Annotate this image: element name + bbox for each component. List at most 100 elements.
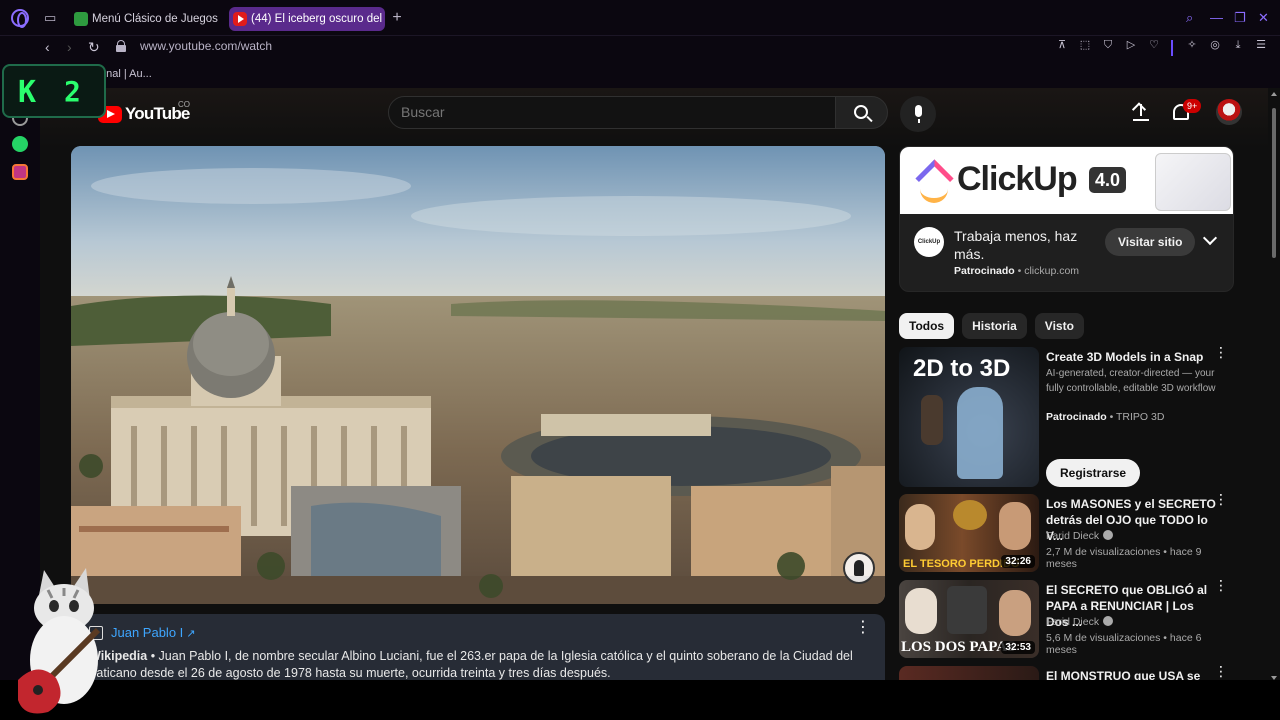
- chip-historia[interactable]: Historia: [962, 313, 1027, 339]
- address-bar: ‹ › ↻ www.youtube.com/watch ⊼ ⬚ ⛉ ▷ ♡ ✧ …: [0, 36, 1280, 60]
- info-description: Wikipedia • Juan Pablo I, de nombre secu…: [89, 648, 879, 681]
- register-button[interactable]: Registrarse: [1046, 459, 1141, 487]
- thumbnail-face: [905, 588, 937, 634]
- download-icon[interactable]: ⤓: [1231, 38, 1245, 52]
- shield-icon[interactable]: ⛉: [1101, 38, 1115, 52]
- heart-icon[interactable]: ♡: [1147, 38, 1161, 52]
- ad-headline[interactable]: Trabaja menos, haz más.: [954, 227, 1094, 263]
- youtube-page: YouTube CO 9+: [40, 88, 1268, 720]
- chevron-down-icon[interactable]: [1202, 230, 1218, 246]
- profile-icon[interactable]: ◎: [1208, 38, 1222, 52]
- channel-name[interactable]: Farid Dieck: [1046, 530, 1099, 542]
- scroll-up-icon[interactable]: [1271, 92, 1277, 96]
- info-title-link[interactable]: Juan Pablo I ↗: [111, 625, 196, 640]
- search-button[interactable]: [835, 96, 888, 129]
- ad-card[interactable]: ClickUp 4.0 ClickUp Trabaja menos, haz m…: [899, 146, 1234, 292]
- more-options-icon[interactable]: ⋮: [1214, 578, 1228, 592]
- video-duration: 32:26: [1001, 555, 1035, 568]
- ad-banner[interactable]: ClickUp 4.0: [900, 147, 1233, 214]
- info-title[interactable]: Juan Pablo I: [111, 625, 183, 640]
- filter-chips: Todos Historia Visto: [899, 313, 1084, 339]
- youtube-favicon-icon: [233, 12, 247, 26]
- lock-icon: [116, 40, 126, 52]
- channel-name[interactable]: Farid Dieck: [1046, 616, 1099, 628]
- video-thumbnail[interactable]: EL TESORO PERDIDO 32:26: [899, 494, 1039, 572]
- extensions-icon[interactable]: ✧: [1185, 38, 1199, 52]
- thumbnail-face: [999, 502, 1031, 550]
- bookmark-item[interactable]: onal | Au...: [100, 68, 152, 80]
- more-options-icon[interactable]: ⋮: [1214, 492, 1228, 506]
- video-player[interactable]: [71, 146, 885, 604]
- tab-islands-icon[interactable]: ▭: [44, 10, 56, 26]
- cat-guitar-sticker: [18, 568, 101, 714]
- ad-meta: Patrocinado • clickup.com: [954, 265, 1080, 277]
- ad-version-badge: 4.0: [1089, 167, 1127, 193]
- back-icon[interactable]: ‹: [45, 39, 50, 55]
- minimize-icon[interactable]: —: [1210, 10, 1223, 25]
- pin-icon[interactable]: ⊼: [1055, 38, 1069, 52]
- bookmark-bar: onal | Au...: [0, 60, 1280, 88]
- bottom-bar: [0, 680, 1280, 720]
- verified-icon: [1103, 616, 1114, 626]
- more-options-icon[interactable]: ⋮: [1214, 666, 1228, 678]
- country-code: CO: [178, 100, 190, 109]
- opera-logo-icon[interactable]: [11, 9, 29, 28]
- ad-avatar[interactable]: ClickUp: [914, 227, 944, 257]
- list-item[interactable]: 2D to 3D Create 3D Models in a Snap AI-g…: [899, 345, 1234, 489]
- channel-watermark-icon[interactable]: [843, 552, 875, 584]
- whatsapp-icon[interactable]: [12, 136, 28, 152]
- thumbnail-inset: [947, 586, 987, 634]
- chip-todos[interactable]: Todos: [899, 313, 955, 339]
- k2-overlay-badge: K 2: [2, 64, 106, 118]
- thumbnail-figure-small: [921, 395, 943, 445]
- video-meta: 2,7 M de visualizaciones • hace 9 meses: [1046, 546, 1202, 570]
- more-options-icon[interactable]: ⋮: [1214, 345, 1228, 359]
- ad-screenshot: [1155, 153, 1231, 211]
- search-input[interactable]: [401, 104, 821, 120]
- ad-brand: ClickUp: [957, 160, 1078, 198]
- sponsored-label: Patrocinado: [954, 265, 1015, 277]
- reload-icon[interactable]: ↻: [88, 39, 100, 56]
- snapshot-icon[interactable]: ⬚: [1078, 38, 1092, 52]
- chip-visto[interactable]: Visto: [1034, 313, 1084, 339]
- external-link-icon: ↗: [186, 628, 196, 640]
- voice-search-button[interactable]: [900, 96, 936, 132]
- menu-icon[interactable]: ☰: [1254, 38, 1268, 52]
- upload-icon-base: [1133, 119, 1149, 121]
- extension-icons: ⊼ ⬚ ⛉ ▷ ♡ ✧ ◎ ⤓ ☰: [1055, 38, 1268, 52]
- channel-name[interactable]: TRIPO 3D: [1116, 411, 1164, 423]
- youtube-logo[interactable]: YouTube: [98, 104, 190, 124]
- video-channel[interactable]: Farid Dieck: [1046, 530, 1114, 542]
- video-title[interactable]: Create 3D Models in a Snap: [1046, 349, 1218, 365]
- close-icon[interactable]: ✕: [1258, 10, 1269, 26]
- scroll-thumb[interactable]: [1272, 108, 1276, 258]
- instagram-icon[interactable]: [12, 164, 28, 180]
- browser-tab-bar: ▭ Menú Clásico de Juegos F (44) El icebe…: [0, 0, 1280, 36]
- thumbnail-face: [905, 504, 935, 550]
- video-thumbnail[interactable]: LOS DOS PAPAS 32:53: [899, 580, 1039, 658]
- scrollbar[interactable]: [1268, 88, 1280, 720]
- search-tabs-icon[interactable]: ⌕: [1186, 10, 1193, 26]
- search-box[interactable]: [388, 96, 836, 129]
- video-thumbnail[interactable]: 2D to 3D: [899, 347, 1039, 487]
- thumbnail-eye-icon: [953, 500, 987, 530]
- tab-menu-clasico[interactable]: Menú Clásico de Juegos F: [70, 7, 220, 31]
- list-item[interactable]: EL TESORO PERDIDO 32:26 Los MASONES y el…: [899, 492, 1234, 574]
- more-options-icon[interactable]: ⋮: [855, 620, 871, 636]
- player-icon[interactable]: ▷: [1124, 38, 1138, 52]
- url-field[interactable]: www.youtube.com/watch: [140, 39, 272, 53]
- video-channel[interactable]: Farid Dieck: [1046, 616, 1114, 628]
- tab-label: (44) El iceberg oscuro del: [251, 13, 383, 25]
- ad-domain: clickup.com: [1024, 265, 1080, 277]
- visit-site-button[interactable]: Visitar sitio: [1105, 228, 1196, 256]
- avatar[interactable]: [1216, 99, 1242, 125]
- new-tab-button[interactable]: +: [389, 9, 405, 27]
- thumbnail-text: 2D to 3D: [913, 355, 1011, 382]
- forward-icon[interactable]: ›: [67, 39, 72, 55]
- video-channel: Patrocinado • TRIPO 3D: [1046, 411, 1165, 423]
- microphone-icon: [915, 105, 922, 123]
- tab-youtube-active[interactable]: (44) El iceberg oscuro del: [229, 7, 385, 31]
- video-duration: 32:53: [1001, 641, 1035, 654]
- restore-icon[interactable]: ❐: [1234, 10, 1246, 26]
- list-item[interactable]: LOS DOS PAPAS 32:53 El SECRETO que OBLIG…: [899, 578, 1234, 660]
